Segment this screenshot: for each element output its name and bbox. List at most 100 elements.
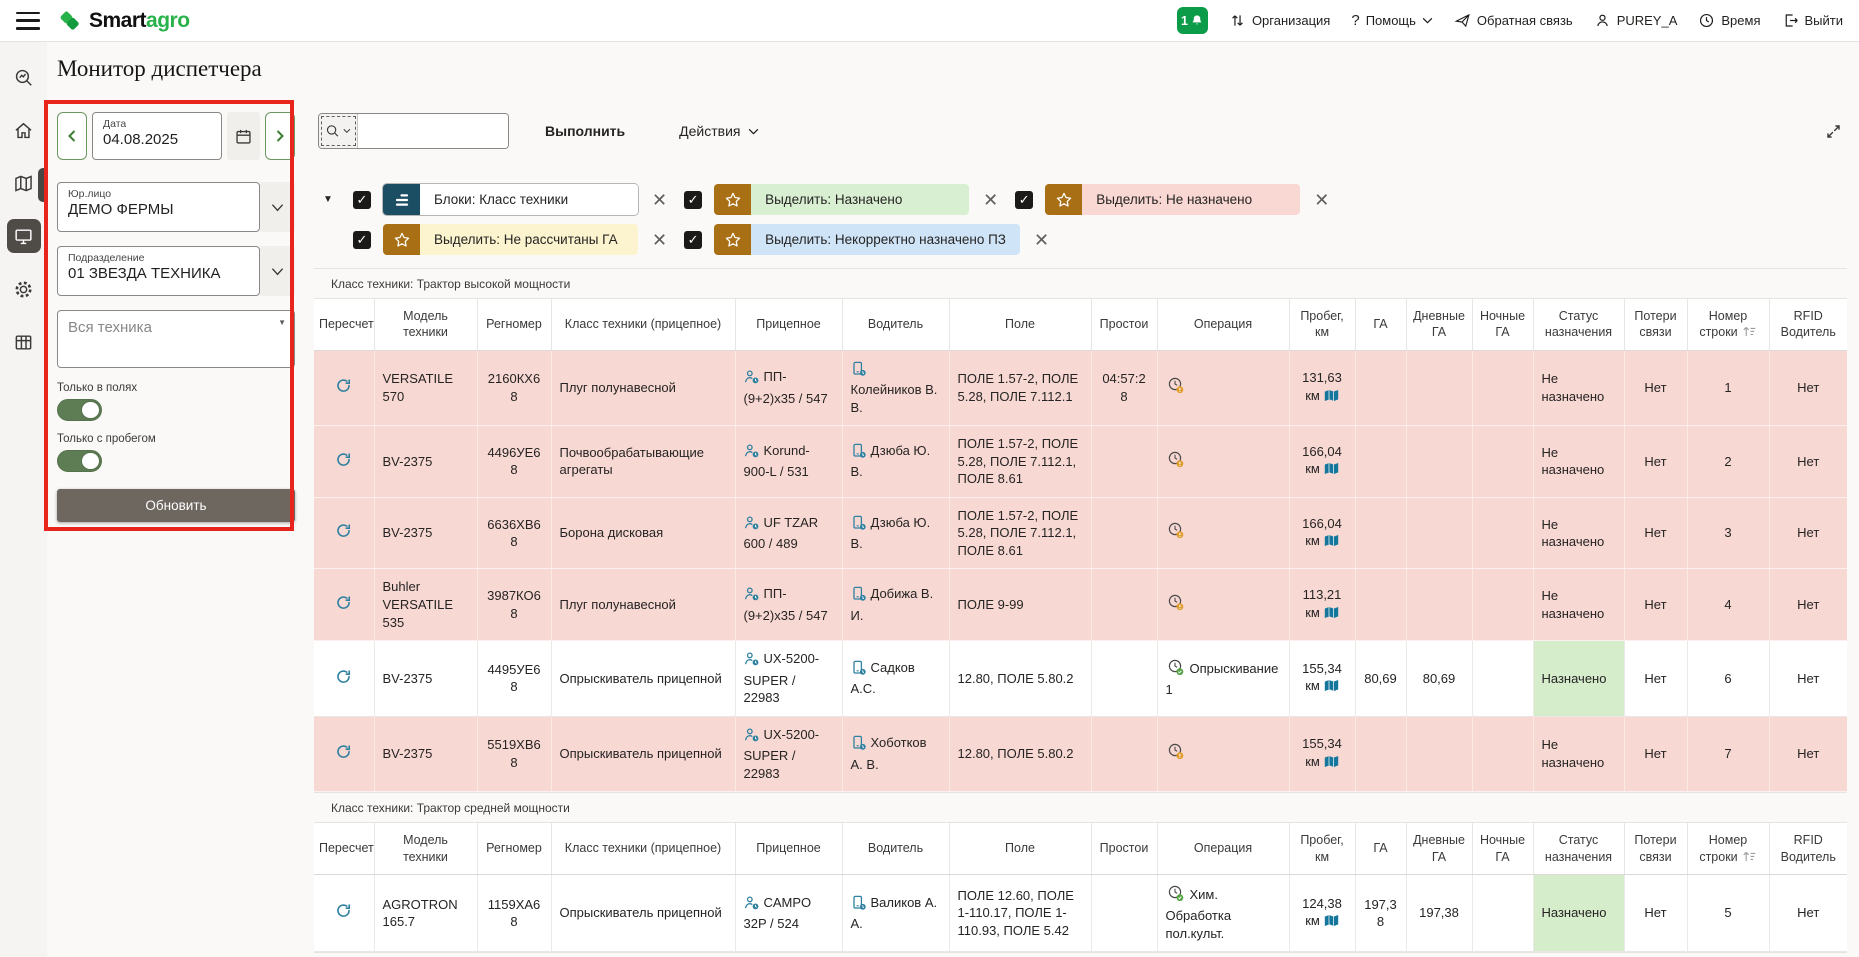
prev-date-button[interactable] [57,112,87,160]
refresh-icon[interactable] [335,743,352,760]
refresh-icon[interactable] [335,902,352,919]
legal-entity-chevron-icon[interactable] [260,182,295,232]
column-header[interactable]: RFID Водитель [1769,823,1847,874]
column-header[interactable]: Простои [1091,299,1157,350]
filter-chip[interactable]: Выделить: Назначено [713,183,970,216]
column-header[interactable]: Класс техники (прицепное) [551,823,735,874]
chip-close-icon[interactable]: ✕ [1032,231,1051,249]
column-header[interactable]: Регномер [477,299,551,350]
column-header[interactable]: Статус назначения [1533,823,1624,874]
collapse-caret-icon[interactable]: ▼ [318,194,338,205]
table-row[interactable]: BV-23754496УЕ68Почвообрабатывающие агрег… [314,426,1847,498]
column-header[interactable]: Потери связи [1624,299,1687,350]
sidebar-item-dispatcher-monitor[interactable] [7,219,41,253]
column-header[interactable]: Регномер [477,823,551,874]
column-header[interactable]: Дневные ГА [1406,299,1472,350]
column-header[interactable]: Водитель [842,823,949,874]
column-header[interactable]: Поле [949,299,1091,350]
sidebar-item-home[interactable] [7,113,41,147]
only-with-mileage-toggle[interactable] [57,450,102,472]
column-header[interactable]: ГА [1355,299,1406,350]
calendar-icon[interactable] [227,112,260,160]
column-header[interactable]: Модель техники [374,299,477,350]
sort-icon[interactable] [1742,850,1757,863]
column-header[interactable]: Класс техники (прицепное) [551,299,735,350]
filter-chip[interactable]: Блоки: Класс техники [382,183,639,216]
chip-checkbox[interactable]: ✓ [684,191,702,209]
filter-chip[interactable]: Выделить: Некорректно назначено ПЗ [713,223,1021,256]
equipment-caret-icon[interactable]: ▼ [278,318,286,327]
feedback-menu[interactable]: Обратная связь [1454,12,1573,29]
only-in-fields-toggle[interactable] [57,399,102,421]
column-header[interactable]: Операция [1157,299,1289,350]
column-header[interactable]: Водитель [842,299,949,350]
refresh-button[interactable]: Обновить [57,489,295,522]
division-chevron-icon[interactable] [260,246,295,296]
search-input[interactable] [358,114,508,148]
table-row[interactable]: Buhler VERSATILE 5353987КО68Плуг полунав… [314,569,1847,641]
table-row[interactable]: AGROTRON 165.71159ХА68Опрыскиватель приц… [314,874,1847,952]
filter-chip[interactable]: Выделить: Не рассчитаны ГА [382,223,639,256]
chip-close-icon[interactable]: ✕ [1312,191,1331,209]
column-header[interactable]: Номер строки [1687,299,1769,350]
column-header[interactable]: Прицепное [735,823,842,874]
sidebar-item-analytics-search[interactable] [7,60,41,94]
column-header[interactable]: RFID Водитель [1769,299,1847,350]
table-row[interactable]: BV-23754495УЕ68Опрыскиватель прицепнойUX… [314,641,1847,717]
chip-close-icon[interactable]: ✕ [650,191,669,209]
next-date-button[interactable] [265,112,295,160]
column-header[interactable]: Ночные ГА [1472,299,1533,350]
column-header[interactable]: Прицепное [735,299,842,350]
table-row[interactable]: VERSATILE 5702160КХ68Плуг полунавеснойПП… [314,350,1847,426]
notification-badge[interactable]: 1 [1177,7,1208,34]
refresh-icon[interactable] [335,377,352,394]
column-header[interactable]: Номер строки [1687,823,1769,874]
sidebar-item-settings[interactable] [7,272,41,306]
column-header[interactable]: Ночные ГА [1472,823,1533,874]
actions-button[interactable]: Действия [673,122,764,140]
panel-collapse-handle[interactable] [38,168,47,202]
column-header[interactable]: Пробег, км [1289,823,1355,874]
column-header[interactable]: Пробег, км [1289,299,1355,350]
sidebar-item-map[interactable] [7,166,41,200]
chip-close-icon[interactable]: ✕ [981,191,1000,209]
column-header[interactable]: Модель техники [374,823,477,874]
column-header[interactable]: Простои [1091,823,1157,874]
table-row[interactable]: BV-23756636ХВ68Борона дисковаяUF TZAR 60… [314,497,1847,569]
sidebar-item-registry[interactable] [7,325,41,359]
chip-checkbox[interactable]: ✓ [353,191,371,209]
logout-menu[interactable]: Выйти [1782,12,1844,29]
column-header[interactable]: Пересчет [314,823,374,874]
app-logo[interactable]: Smartagro [56,7,190,34]
refresh-icon[interactable] [335,668,352,685]
column-header[interactable]: Пересчет [314,299,374,350]
chip-close-icon[interactable]: ✕ [650,231,669,249]
refresh-icon[interactable] [335,451,352,468]
division-select[interactable]: Подразделение 01 ЗВЕЗДА ТЕХНИКА [57,246,260,296]
hamburger-menu-icon[interactable] [16,12,40,30]
sort-icon[interactable] [1742,325,1757,338]
column-header[interactable]: Потери связи [1624,823,1687,874]
table-row[interactable]: BV-23755519ХВ68Опрыскиватель прицепнойUX… [314,716,1847,792]
user-menu[interactable]: PUREY_A [1594,12,1678,29]
search-icon[interactable] [319,114,358,148]
chip-checkbox[interactable]: ✓ [353,231,371,249]
time-menu[interactable]: Время [1698,12,1760,29]
refresh-icon[interactable] [335,522,352,539]
chip-checkbox[interactable]: ✓ [1015,191,1033,209]
filter-chip[interactable]: Выделить: Не назначено [1044,183,1301,216]
column-header[interactable]: ГА [1355,823,1406,874]
column-header[interactable]: Поле [949,823,1091,874]
expand-icon[interactable] [1822,120,1845,143]
legal-entity-select[interactable]: Юр.лицо ДЕМО ФЕРМЫ [57,182,260,232]
date-field[interactable]: Дата 04.08.2025 [92,112,222,160]
execute-button[interactable]: Выполнить [539,122,631,140]
equipment-filter-input[interactable] [58,311,294,367]
chip-checkbox[interactable]: ✓ [684,231,702,249]
organization-menu[interactable]: Организация [1229,12,1330,29]
column-header[interactable]: Операция [1157,823,1289,874]
help-menu[interactable]: ? Помощь [1351,12,1433,29]
column-header[interactable]: Дневные ГА [1406,823,1472,874]
refresh-icon[interactable] [335,594,352,611]
column-header[interactable]: Статус назначения [1533,299,1624,350]
